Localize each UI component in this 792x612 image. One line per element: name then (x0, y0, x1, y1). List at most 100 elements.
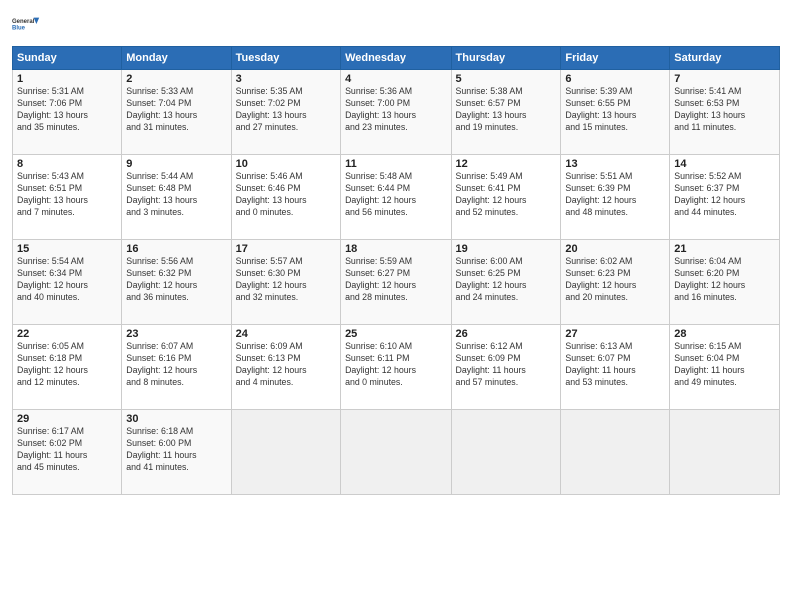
weekday-header-row: SundayMondayTuesdayWednesdayThursdayFrid… (13, 47, 780, 70)
calendar-row: 15Sunrise: 5:54 AM Sunset: 6:34 PM Dayli… (13, 240, 780, 325)
calendar-row: 1Sunrise: 5:31 AM Sunset: 7:06 PM Daylig… (13, 70, 780, 155)
day-number: 18 (345, 243, 446, 255)
day-number: 9 (126, 158, 226, 170)
day-info: Sunrise: 5:39 AM Sunset: 6:55 PM Dayligh… (565, 86, 665, 134)
logo: GeneralBlue (12, 10, 40, 38)
calendar-cell: 21Sunrise: 6:04 AM Sunset: 6:20 PM Dayli… (670, 240, 780, 325)
day-info: Sunrise: 5:59 AM Sunset: 6:27 PM Dayligh… (345, 256, 446, 304)
day-number: 17 (236, 243, 336, 255)
calendar-cell: 11Sunrise: 5:48 AM Sunset: 6:44 PM Dayli… (341, 155, 451, 240)
day-number: 1 (17, 73, 117, 85)
calendar-cell: 1Sunrise: 5:31 AM Sunset: 7:06 PM Daylig… (13, 70, 122, 155)
calendar-cell: 17Sunrise: 5:57 AM Sunset: 6:30 PM Dayli… (231, 240, 340, 325)
calendar-cell: 22Sunrise: 6:05 AM Sunset: 6:18 PM Dayli… (13, 325, 122, 410)
calendar-row: 29Sunrise: 6:17 AM Sunset: 6:02 PM Dayli… (13, 410, 780, 495)
calendar-cell: 12Sunrise: 5:49 AM Sunset: 6:41 PM Dayli… (451, 155, 561, 240)
calendar-row: 22Sunrise: 6:05 AM Sunset: 6:18 PM Dayli… (13, 325, 780, 410)
calendar-cell: 25Sunrise: 6:10 AM Sunset: 6:11 PM Dayli… (341, 325, 451, 410)
day-number: 19 (456, 243, 557, 255)
weekday-header: Monday (122, 47, 231, 70)
day-number: 27 (565, 328, 665, 340)
day-info: Sunrise: 6:18 AM Sunset: 6:00 PM Dayligh… (126, 426, 226, 474)
calendar-cell: 4Sunrise: 5:36 AM Sunset: 7:00 PM Daylig… (341, 70, 451, 155)
calendar-cell (561, 410, 670, 495)
day-info: Sunrise: 5:43 AM Sunset: 6:51 PM Dayligh… (17, 171, 117, 219)
day-info: Sunrise: 6:12 AM Sunset: 6:09 PM Dayligh… (456, 341, 557, 389)
day-info: Sunrise: 5:44 AM Sunset: 6:48 PM Dayligh… (126, 171, 226, 219)
day-info: Sunrise: 6:10 AM Sunset: 6:11 PM Dayligh… (345, 341, 446, 389)
day-number: 8 (17, 158, 117, 170)
day-number: 28 (674, 328, 775, 340)
day-number: 30 (126, 413, 226, 425)
day-info: Sunrise: 5:56 AM Sunset: 6:32 PM Dayligh… (126, 256, 226, 304)
day-number: 26 (456, 328, 557, 340)
day-info: Sunrise: 5:46 AM Sunset: 6:46 PM Dayligh… (236, 171, 336, 219)
day-info: Sunrise: 6:05 AM Sunset: 6:18 PM Dayligh… (17, 341, 117, 389)
day-info: Sunrise: 6:07 AM Sunset: 6:16 PM Dayligh… (126, 341, 226, 389)
calendar-table: SundayMondayTuesdayWednesdayThursdayFrid… (12, 46, 780, 495)
calendar-cell: 9Sunrise: 5:44 AM Sunset: 6:48 PM Daylig… (122, 155, 231, 240)
calendar-cell: 19Sunrise: 6:00 AM Sunset: 6:25 PM Dayli… (451, 240, 561, 325)
calendar-cell: 7Sunrise: 5:41 AM Sunset: 6:53 PM Daylig… (670, 70, 780, 155)
logo-icon: GeneralBlue (12, 10, 40, 38)
calendar-cell: 26Sunrise: 6:12 AM Sunset: 6:09 PM Dayli… (451, 325, 561, 410)
day-number: 11 (345, 158, 446, 170)
calendar-cell: 30Sunrise: 6:18 AM Sunset: 6:00 PM Dayli… (122, 410, 231, 495)
weekday-header: Saturday (670, 47, 780, 70)
weekday-header: Sunday (13, 47, 122, 70)
day-info: Sunrise: 6:04 AM Sunset: 6:20 PM Dayligh… (674, 256, 775, 304)
calendar-cell: 28Sunrise: 6:15 AM Sunset: 6:04 PM Dayli… (670, 325, 780, 410)
day-number: 25 (345, 328, 446, 340)
day-info: Sunrise: 5:38 AM Sunset: 6:57 PM Dayligh… (456, 86, 557, 134)
day-number: 13 (565, 158, 665, 170)
day-number: 7 (674, 73, 775, 85)
day-info: Sunrise: 5:41 AM Sunset: 6:53 PM Dayligh… (674, 86, 775, 134)
day-info: Sunrise: 5:33 AM Sunset: 7:04 PM Dayligh… (126, 86, 226, 134)
day-number: 3 (236, 73, 336, 85)
weekday-header: Tuesday (231, 47, 340, 70)
day-number: 4 (345, 73, 446, 85)
day-info: Sunrise: 6:00 AM Sunset: 6:25 PM Dayligh… (456, 256, 557, 304)
calendar-cell: 29Sunrise: 6:17 AM Sunset: 6:02 PM Dayli… (13, 410, 122, 495)
day-number: 2 (126, 73, 226, 85)
calendar-cell (670, 410, 780, 495)
calendar-cell (341, 410, 451, 495)
calendar-cell: 16Sunrise: 5:56 AM Sunset: 6:32 PM Dayli… (122, 240, 231, 325)
day-number: 23 (126, 328, 226, 340)
calendar-cell: 15Sunrise: 5:54 AM Sunset: 6:34 PM Dayli… (13, 240, 122, 325)
calendar-cell: 3Sunrise: 5:35 AM Sunset: 7:02 PM Daylig… (231, 70, 340, 155)
day-info: Sunrise: 6:13 AM Sunset: 6:07 PM Dayligh… (565, 341, 665, 389)
day-info: Sunrise: 5:52 AM Sunset: 6:37 PM Dayligh… (674, 171, 775, 219)
day-info: Sunrise: 5:48 AM Sunset: 6:44 PM Dayligh… (345, 171, 446, 219)
day-info: Sunrise: 6:09 AM Sunset: 6:13 PM Dayligh… (236, 341, 336, 389)
svg-text:Blue: Blue (12, 26, 26, 32)
day-info: Sunrise: 5:36 AM Sunset: 7:00 PM Dayligh… (345, 86, 446, 134)
weekday-header: Thursday (451, 47, 561, 70)
day-info: Sunrise: 6:15 AM Sunset: 6:04 PM Dayligh… (674, 341, 775, 389)
day-info: Sunrise: 6:17 AM Sunset: 6:02 PM Dayligh… (17, 426, 117, 474)
calendar-cell: 23Sunrise: 6:07 AM Sunset: 6:16 PM Dayli… (122, 325, 231, 410)
day-number: 12 (456, 158, 557, 170)
day-info: Sunrise: 6:02 AM Sunset: 6:23 PM Dayligh… (565, 256, 665, 304)
day-number: 24 (236, 328, 336, 340)
day-number: 5 (456, 73, 557, 85)
calendar-cell (231, 410, 340, 495)
calendar-cell: 24Sunrise: 6:09 AM Sunset: 6:13 PM Dayli… (231, 325, 340, 410)
day-number: 21 (674, 243, 775, 255)
calendar-cell (451, 410, 561, 495)
day-info: Sunrise: 5:31 AM Sunset: 7:06 PM Dayligh… (17, 86, 117, 134)
day-info: Sunrise: 5:54 AM Sunset: 6:34 PM Dayligh… (17, 256, 117, 304)
day-number: 14 (674, 158, 775, 170)
calendar-cell: 18Sunrise: 5:59 AM Sunset: 6:27 PM Dayli… (341, 240, 451, 325)
calendar-cell: 5Sunrise: 5:38 AM Sunset: 6:57 PM Daylig… (451, 70, 561, 155)
calendar-cell: 14Sunrise: 5:52 AM Sunset: 6:37 PM Dayli… (670, 155, 780, 240)
calendar-cell: 8Sunrise: 5:43 AM Sunset: 6:51 PM Daylig… (13, 155, 122, 240)
weekday-header: Wednesday (341, 47, 451, 70)
day-info: Sunrise: 5:35 AM Sunset: 7:02 PM Dayligh… (236, 86, 336, 134)
calendar-cell: 20Sunrise: 6:02 AM Sunset: 6:23 PM Dayli… (561, 240, 670, 325)
calendar-cell: 6Sunrise: 5:39 AM Sunset: 6:55 PM Daylig… (561, 70, 670, 155)
day-number: 16 (126, 243, 226, 255)
svg-text:General: General (12, 19, 35, 25)
calendar-cell: 2Sunrise: 5:33 AM Sunset: 7:04 PM Daylig… (122, 70, 231, 155)
day-info: Sunrise: 5:57 AM Sunset: 6:30 PM Dayligh… (236, 256, 336, 304)
